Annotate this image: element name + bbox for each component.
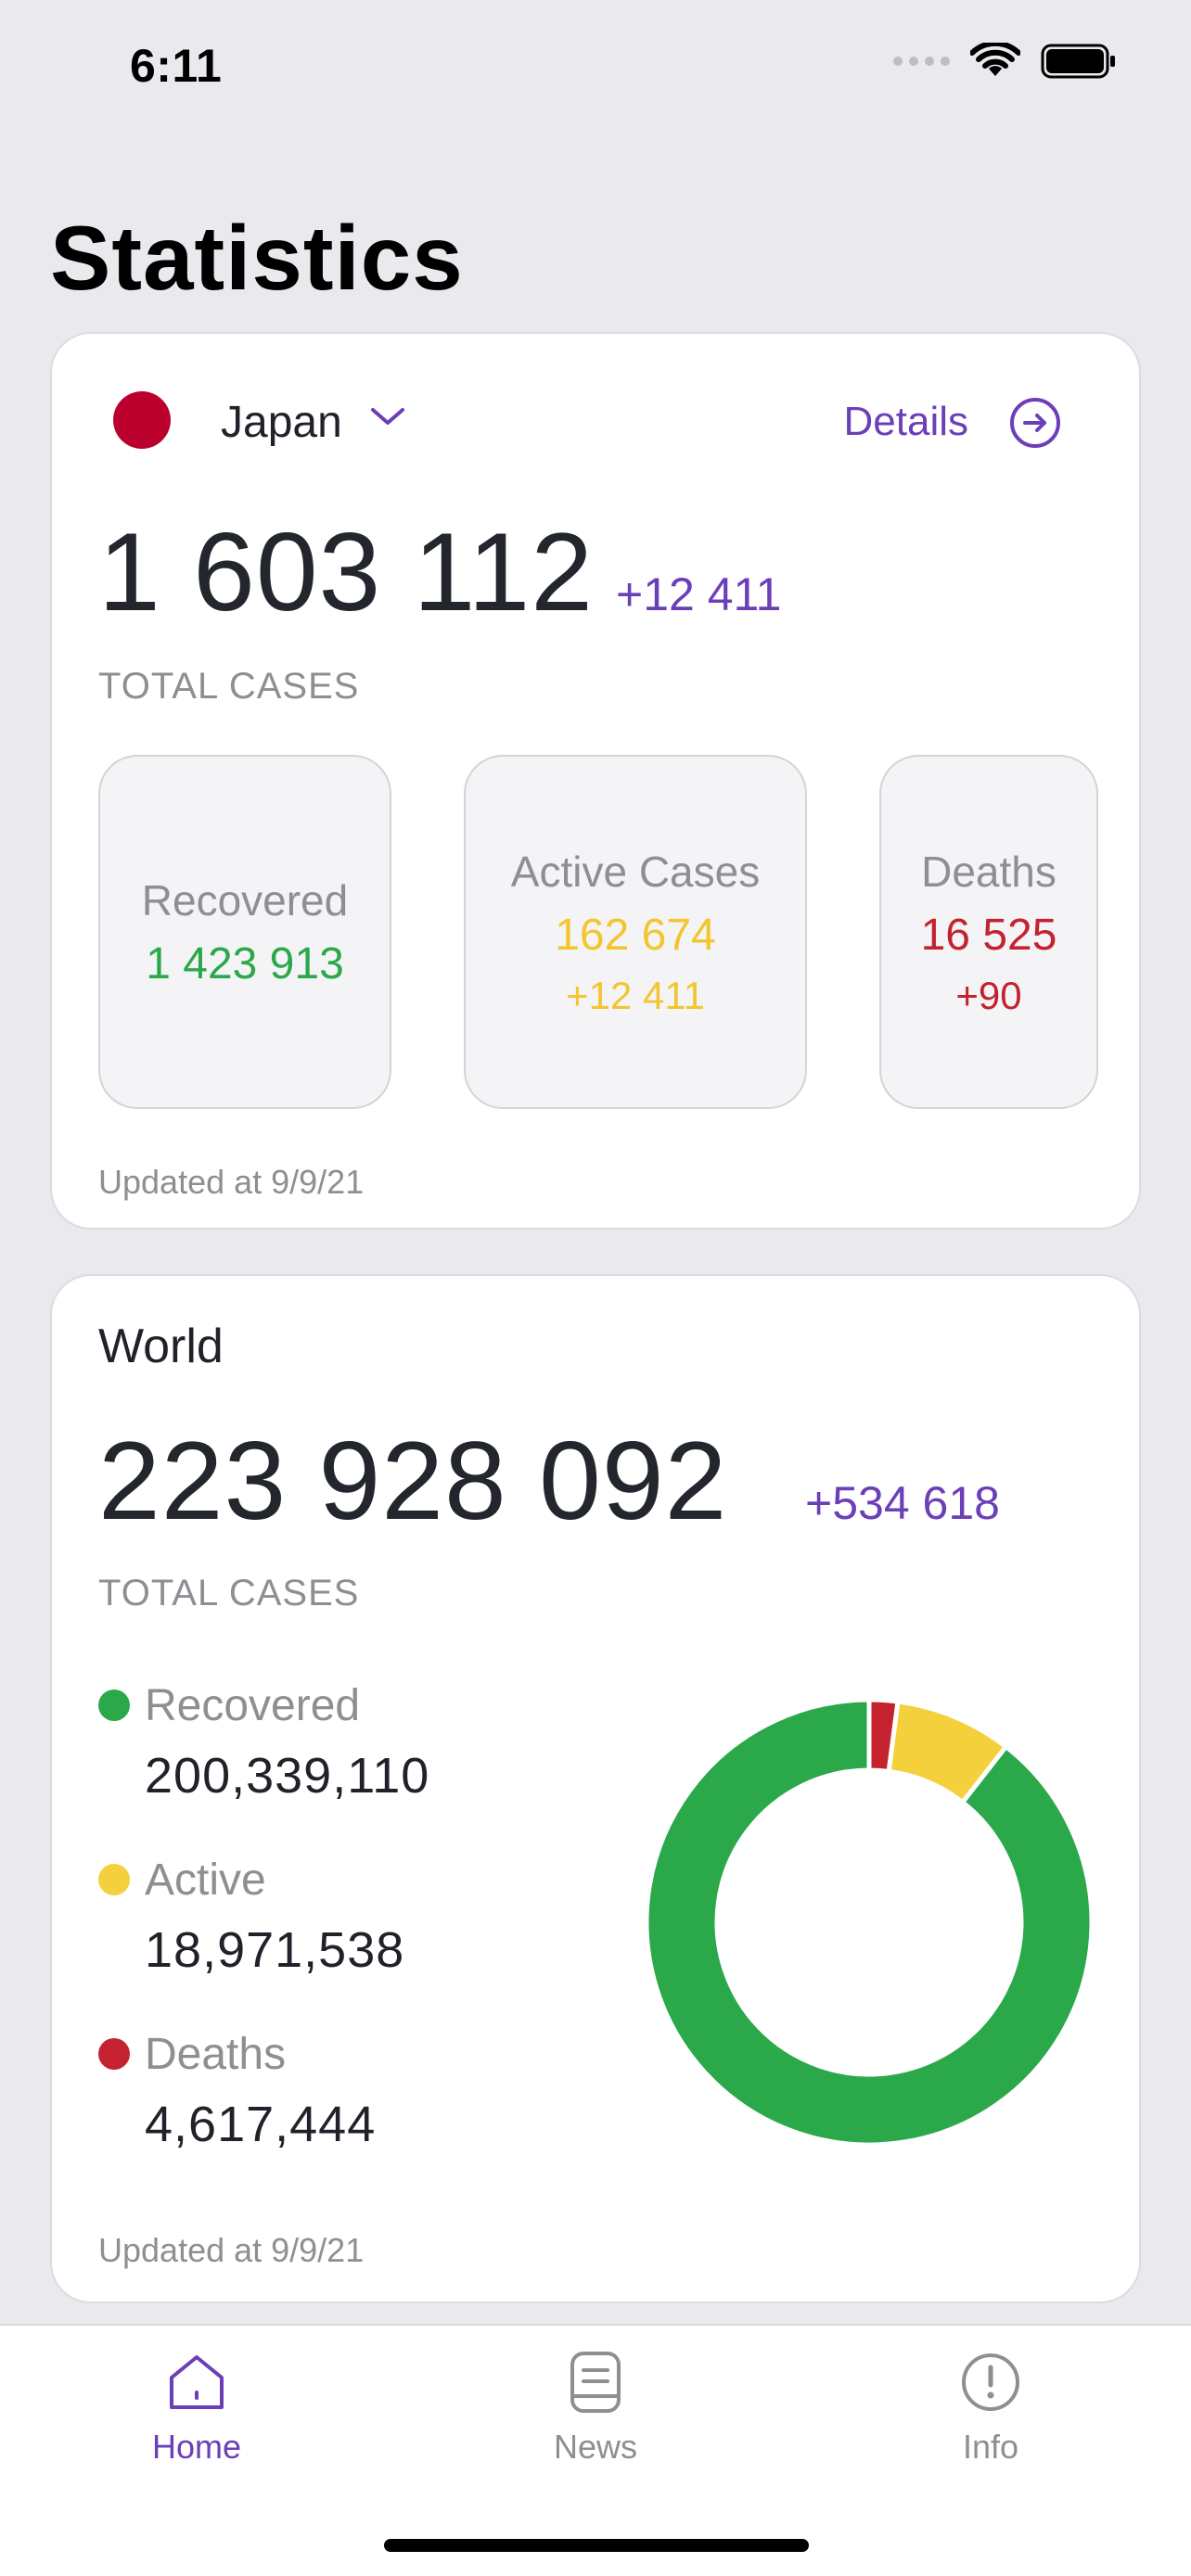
tab-home-label: Home bbox=[151, 2428, 242, 2466]
cellular-signal-icon bbox=[893, 57, 950, 66]
world-title: World bbox=[98, 1320, 224, 1373]
arrow-right-circle-icon[interactable] bbox=[1007, 395, 1063, 451]
country-total-label: TOTAL CASES bbox=[98, 666, 360, 707]
deaths-value: 16 525 bbox=[920, 910, 1057, 960]
active-cases-delta: +12 411 bbox=[566, 973, 705, 1017]
deaths-title: Deaths bbox=[921, 847, 1057, 896]
recovered-stat-box: Recovered 1 423 913 bbox=[98, 755, 391, 1109]
active-cases-value: 162 674 bbox=[555, 910, 716, 960]
recovered-value: 1 423 913 bbox=[146, 938, 344, 988]
active-cases-stat-box: Active Cases 162 674 +12 411 bbox=[464, 755, 807, 1109]
world-total-delta: +534 618 bbox=[805, 1477, 1000, 1529]
battery-icon bbox=[1041, 44, 1115, 79]
deaths-legend-label: Deaths bbox=[145, 2030, 287, 2079]
tab-news-label: News bbox=[553, 2428, 638, 2466]
page-title: Statistics bbox=[50, 207, 464, 309]
active-legend-value: 18,971,538 bbox=[145, 1922, 405, 1978]
tab-news[interactable]: News bbox=[484, 2350, 707, 2467]
country-stats-card: Japan Details 1 603 112 +12 411 TOTAL CA… bbox=[50, 332, 1141, 1230]
active-legend-dot bbox=[98, 1864, 130, 1895]
active-cases-title: Active Cases bbox=[510, 847, 761, 896]
tab-info-label: Info bbox=[962, 2428, 1019, 2466]
home-indicator bbox=[384, 2539, 809, 2552]
wifi-icon bbox=[970, 43, 1020, 76]
country-total-delta: +12 411 bbox=[616, 568, 782, 620]
country-selector-label[interactable]: Japan bbox=[221, 397, 342, 448]
recovered-title: Recovered bbox=[141, 875, 349, 925]
home-icon bbox=[170, 2355, 224, 2409]
active-legend-label: Active bbox=[145, 1855, 266, 1905]
recovered-legend-label: Recovered bbox=[145, 1681, 361, 1730]
recovered-legend-dot bbox=[98, 1690, 130, 1721]
country-updated-at: Updated at 9/9/21 bbox=[98, 1163, 365, 1201]
country-total-cases: 1 603 112 bbox=[98, 510, 594, 634]
tab-home[interactable]: Home bbox=[85, 2350, 308, 2467]
deaths-legend-dot bbox=[98, 2038, 130, 2070]
deaths-legend-value: 4,617,444 bbox=[145, 2097, 377, 2152]
world-total-label: TOTAL CASES bbox=[98, 1573, 360, 1613]
status-time: 6:11 bbox=[130, 40, 223, 92]
recovered-legend-value: 200,339,110 bbox=[145, 1748, 430, 1804]
details-link[interactable]: Details bbox=[844, 399, 969, 445]
world-donut-chart bbox=[644, 1697, 1095, 2148]
status-icons bbox=[893, 43, 1117, 80]
news-icon bbox=[570, 2352, 621, 2413]
world-total-cases: 223 928 092 bbox=[98, 1419, 728, 1543]
deaths-stat-box: Deaths 16 525 +90 bbox=[879, 755, 1098, 1109]
tab-info[interactable]: Info bbox=[879, 2350, 1102, 2467]
donut-slice-recovered bbox=[644, 1697, 1095, 2148]
world-updated-at: Updated at 9/9/21 bbox=[98, 2231, 365, 2269]
chevron-down-icon[interactable] bbox=[369, 406, 406, 428]
info-icon bbox=[962, 2353, 1019, 2411]
deaths-delta: +90 bbox=[955, 973, 1022, 1017]
japan-flag-icon bbox=[113, 391, 171, 449]
world-stats-card: World 223 928 092 +534 618 TOTAL CASES R… bbox=[50, 1274, 1141, 2303]
